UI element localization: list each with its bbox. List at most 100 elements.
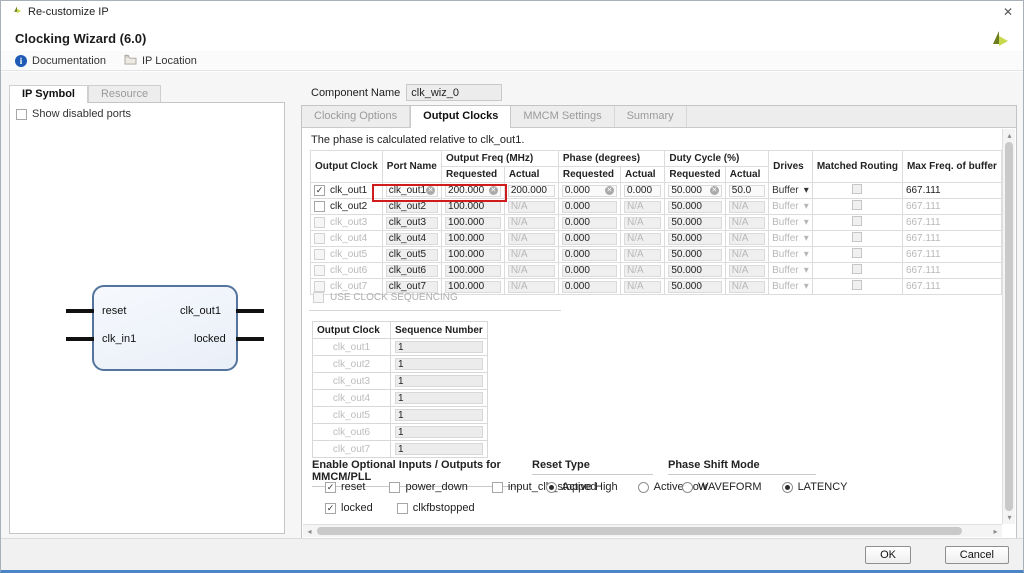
- option-locked[interactable]: ✓ locked: [325, 502, 373, 514]
- clear-icon[interactable]: ✕: [604, 186, 614, 195]
- clk_out2-enable-checkbox[interactable]: [314, 201, 325, 212]
- clk_out1-drives-select[interactable]: Buffer ▾: [772, 185, 809, 196]
- clk_out2-freq-actual-field[interactable]: N/A: [507, 200, 555, 213]
- clk_out3-sequence-field[interactable]: 1: [395, 375, 483, 387]
- LATENCY-radio[interactable]: [781, 481, 793, 493]
- show-disabled-ports-checkbox[interactable]: [16, 108, 27, 120]
- option-clkfbstopped[interactable]: clkfbstopped: [396, 502, 475, 514]
- clk_out2-duty-actual-field[interactable]: N/A: [728, 200, 766, 213]
- cancel-button[interactable]: Cancel: [944, 546, 1009, 564]
- reset-type-active-high[interactable]: Active High: [546, 481, 618, 493]
- option-power_down[interactable]: power_down: [389, 481, 468, 493]
- clear-icon[interactable]: ✕: [426, 186, 436, 195]
- clk_out6-duty-requested-field[interactable]: 50.000: [668, 264, 722, 277]
- close-icon[interactable]: ✕: [1003, 6, 1013, 18]
- clk_out2-sequence-field[interactable]: 1: [395, 358, 483, 370]
- clk_out1-duty-requested-field[interactable]: 50.000 ✕: [668, 184, 722, 197]
- clk_out6-phase-actual-field[interactable]: N/A: [623, 264, 662, 277]
- clk_out6-matched-routing-checkbox[interactable]: [852, 264, 863, 274]
- vertical-scrollbar[interactable]: ▴ ▾: [1002, 129, 1015, 524]
- ip-location-button[interactable]: IP Location: [124, 54, 197, 68]
- clk_out3-matched-routing-checkbox[interactable]: [852, 216, 863, 226]
- clk_out2-duty-requested-field[interactable]: 50.000: [668, 200, 722, 213]
- scroll-up-icon[interactable]: ▴: [1003, 129, 1016, 142]
- clk_out6-sequence-field[interactable]: 1: [395, 426, 483, 438]
- clk_out3-freq-actual-field[interactable]: N/A: [507, 216, 555, 229]
- phase-shift-waveform[interactable]: WAVEFORM: [682, 481, 762, 493]
- clk_out5-phase-requested-field[interactable]: 0.000: [561, 248, 617, 261]
- scroll-right-icon[interactable]: ▸: [989, 525, 1002, 538]
- clk_out4-drives-select[interactable]: Buffer ▾: [772, 233, 809, 244]
- clk_out5-sequence-field[interactable]: 1: [395, 409, 483, 421]
- clk_out6-duty-actual-field[interactable]: N/A: [728, 264, 766, 277]
- clk_out4-matched-routing-checkbox[interactable]: [852, 232, 863, 242]
- clk_out2-phase-actual-field[interactable]: N/A: [623, 200, 662, 213]
- scroll-down-icon[interactable]: ▾: [1003, 511, 1016, 524]
- clk_out4-enable-checkbox[interactable]: [314, 233, 325, 244]
- clk_out3-phase-actual-field[interactable]: N/A: [623, 216, 662, 229]
- ok-button[interactable]: OK: [865, 546, 911, 564]
- clk_out7-duty-actual-field[interactable]: N/A: [728, 280, 766, 293]
- clk_out1-port-name-field[interactable]: clk_out1 ✕: [385, 184, 439, 197]
- clk_out3-phase-requested-field[interactable]: 0.000: [561, 216, 617, 229]
- phase-shift-latency[interactable]: LATENCY: [781, 481, 847, 493]
- clk_out6-drives-select[interactable]: Buffer ▾: [772, 265, 809, 276]
- clk_out2-matched-routing-checkbox[interactable]: [852, 200, 863, 210]
- clk_out7-port-name-field[interactable]: clk_out7: [385, 280, 439, 293]
- clk_out7-freq-actual-field[interactable]: N/A: [507, 280, 555, 293]
- tab-summary[interactable]: Summary: [615, 106, 687, 127]
- clk_out6-enable-checkbox[interactable]: [314, 265, 325, 276]
- clk_out3-freq-requested-field[interactable]: 100.000: [445, 216, 501, 229]
- clk_out4-phase-actual-field[interactable]: N/A: [623, 232, 662, 245]
- clk_out5-duty-actual-field[interactable]: N/A: [728, 248, 766, 261]
- clk_out1-duty-actual-field[interactable]: 50.0: [728, 184, 766, 197]
- clk_out5-phase-actual-field[interactable]: N/A: [623, 248, 662, 261]
- power_down-checkbox[interactable]: [389, 481, 401, 493]
- WAVEFORM-radio[interactable]: [682, 481, 693, 493]
- horizontal-scrollbar[interactable]: ◂ ▸: [303, 524, 1002, 537]
- input_clk_stopped-checkbox[interactable]: [491, 481, 503, 493]
- clk_out2-drives-select[interactable]: Buffer ▾: [772, 201, 809, 212]
- vertical-scroll-thumb[interactable]: [1005, 142, 1013, 511]
- clk_out7-drives-select[interactable]: Buffer ▾: [772, 281, 809, 292]
- clk_out2-phase-requested-field[interactable]: 0.000: [561, 200, 617, 213]
- Active High-radio[interactable]: [546, 481, 557, 493]
- clk_out6-freq-actual-field[interactable]: N/A: [507, 264, 555, 277]
- clk_out7-enable-checkbox[interactable]: [314, 281, 325, 292]
- clk_out4-duty-actual-field[interactable]: N/A: [728, 232, 766, 245]
- clk_out1-phase-actual-field[interactable]: 0.000: [623, 184, 662, 197]
- clear-icon[interactable]: ✕: [709, 186, 719, 195]
- clk_out4-phase-requested-field[interactable]: 0.000: [561, 232, 617, 245]
- use-clock-sequencing[interactable]: USE CLOCK SEQUENCING: [313, 292, 458, 303]
- clk_out7-freq-requested-field[interactable]: 100.000: [445, 280, 501, 293]
- clk_out7-sequence-field[interactable]: 1: [395, 443, 483, 455]
- clk_out5-duty-requested-field[interactable]: 50.000: [668, 248, 722, 261]
- option-reset[interactable]: ✓ reset: [325, 481, 365, 493]
- clkfbstopped-checkbox[interactable]: [396, 502, 408, 514]
- clk_out4-sequence-field[interactable]: 1: [395, 392, 483, 404]
- reset-checkbox[interactable]: ✓: [325, 481, 336, 493]
- clk_out1-phase-requested-field[interactable]: 0.000 ✕: [561, 184, 617, 197]
- clk_out1-freq-actual-field[interactable]: 200.000: [507, 184, 555, 197]
- clk_out4-port-name-field[interactable]: clk_out4: [385, 232, 439, 245]
- clk_out3-port-name-field[interactable]: clk_out3: [385, 216, 439, 229]
- clk_out4-freq-requested-field[interactable]: 100.000: [445, 232, 501, 245]
- clk_out1-matched-routing-checkbox[interactable]: [852, 184, 863, 194]
- clk_out4-duty-requested-field[interactable]: 50.000: [668, 232, 722, 245]
- clk_out6-phase-requested-field[interactable]: 0.000: [561, 264, 617, 277]
- scroll-left-icon[interactable]: ◂: [303, 525, 316, 538]
- clear-icon[interactable]: ✕: [488, 186, 498, 195]
- tab-resource[interactable]: Resource: [87, 85, 162, 103]
- clk_out5-enable-checkbox[interactable]: [314, 249, 325, 260]
- clk_out7-phase-actual-field[interactable]: N/A: [623, 280, 662, 293]
- clk_out3-enable-checkbox[interactable]: [314, 217, 325, 228]
- tab-ip-symbol[interactable]: IP Symbol: [9, 85, 88, 103]
- Active Low-radio[interactable]: [637, 481, 649, 493]
- clk_out3-duty-actual-field[interactable]: N/A: [728, 216, 766, 229]
- horizontal-scroll-thumb[interactable]: [317, 527, 962, 535]
- tab-output-clocks[interactable]: Output Clocks: [410, 106, 512, 128]
- clk_out2-freq-requested-field[interactable]: 100.000: [445, 200, 501, 213]
- clk_out6-port-name-field[interactable]: clk_out6: [385, 264, 439, 277]
- clk_out7-duty-requested-field[interactable]: 50.000: [668, 280, 722, 293]
- clk_out2-port-name-field[interactable]: clk_out2: [385, 200, 439, 213]
